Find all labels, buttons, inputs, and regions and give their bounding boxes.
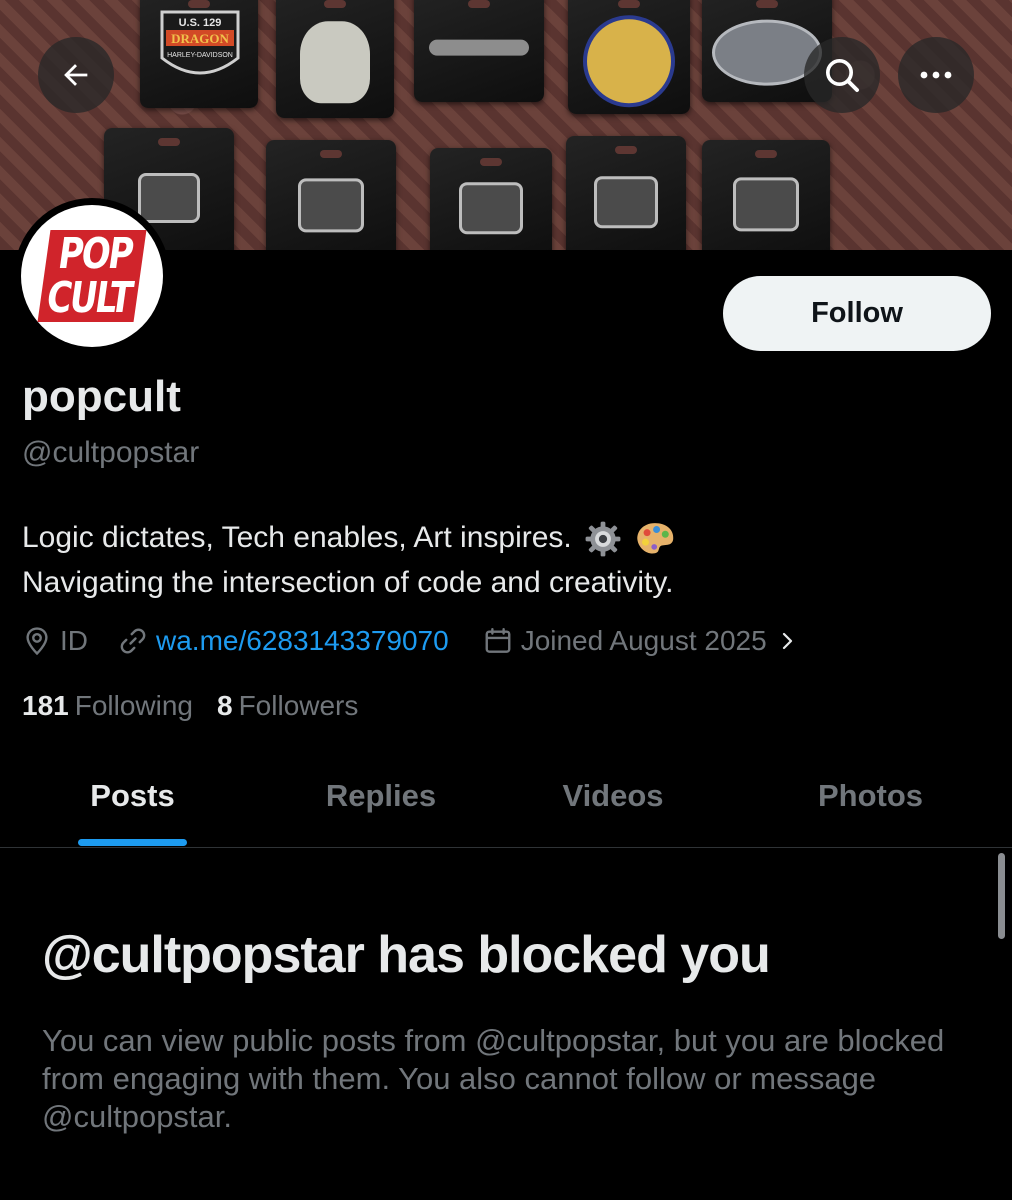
banner-pin-card xyxy=(414,0,544,102)
location-text: ID xyxy=(60,625,88,656)
profile-avatar[interactable]: POP CULT xyxy=(14,198,170,354)
tab-videos[interactable]: Videos xyxy=(497,745,729,847)
tab-photos[interactable]: Photos xyxy=(729,745,1012,847)
followers-label: Followers xyxy=(238,690,359,721)
user-handle: @cultpopstar xyxy=(22,436,200,469)
banner-pin-card xyxy=(430,148,552,250)
follow-stats: 181 Following 8 Followers xyxy=(22,690,382,722)
joined-item[interactable]: Joined August 2025 xyxy=(483,625,807,657)
bio-line-2: Navigating the intersection of code and … xyxy=(22,566,674,599)
profile-banner[interactable]: U.S. 129 DRAGON HARLEY-DAVIDSON xyxy=(0,0,1012,250)
location-pin-icon xyxy=(26,627,48,656)
back-button[interactable] xyxy=(38,37,114,113)
link-icon xyxy=(120,628,146,654)
arrow-left-icon xyxy=(64,64,88,86)
tab-replies[interactable]: Replies xyxy=(265,745,497,847)
more-horizontal-icon xyxy=(920,71,952,79)
skull-pin-badge xyxy=(300,21,370,104)
logo-line-pop: POP xyxy=(55,229,135,279)
banner-pin-card xyxy=(276,0,394,118)
palette-emoji-icon xyxy=(637,523,674,554)
banner-pin-card: U.S. 129 DRAGON HARLEY-DAVIDSON xyxy=(140,0,258,108)
website-link[interactable]: wa.me/6283143379070 xyxy=(156,625,449,657)
banner-pin-card xyxy=(266,140,396,250)
banner-pin-card xyxy=(566,136,686,250)
gear-emoji-icon xyxy=(585,521,621,557)
bar-pin-badge xyxy=(429,39,529,56)
shield-pin-badge xyxy=(298,178,364,233)
follow-button[interactable]: Follow xyxy=(723,276,991,351)
banner-pin-card xyxy=(702,140,830,250)
pin-text-dragon: DRAGON xyxy=(171,31,229,46)
following-link[interactable]: 181 Following xyxy=(22,690,193,722)
chevron-right-icon xyxy=(782,632,792,650)
calendar-icon xyxy=(485,627,511,653)
active-tab-indicator xyxy=(78,839,187,846)
following-label: Following xyxy=(74,690,193,721)
display-name: popcult xyxy=(22,372,181,421)
search-button[interactable] xyxy=(804,37,880,113)
website-item[interactable]: wa.me/6283143379070 xyxy=(118,625,449,657)
pin-text-brand: HARLEY-DAVIDSON xyxy=(167,52,233,59)
joined-text: Joined August 2025 xyxy=(520,625,767,656)
eagle-pin-badge xyxy=(583,15,675,108)
followers-count: 8 xyxy=(217,690,233,721)
following-count: 181 xyxy=(22,690,69,721)
pin-text-route: U.S. 129 xyxy=(179,17,222,29)
popcult-logo: POP CULT xyxy=(37,229,147,323)
profile-tabs: Posts Replies Videos Photos xyxy=(0,745,1012,848)
search-icon xyxy=(826,59,859,92)
shield-pin-badge xyxy=(138,173,200,223)
banner-pin-card xyxy=(568,0,690,114)
tab-posts[interactable]: Posts xyxy=(0,745,265,847)
avatar-image: POP CULT xyxy=(21,205,163,347)
profile-meta: ID wa.me/6283143379070 Joined August 202… xyxy=(22,621,807,661)
bio-line-1: Logic dictates, Tech enables, Art inspir… xyxy=(22,515,992,560)
logo-line-cult: CULT xyxy=(43,273,135,323)
scrollbar[interactable] xyxy=(998,853,1005,939)
shield-pin-badge xyxy=(733,177,799,232)
location-item: ID xyxy=(22,625,88,657)
shield-pin-badge xyxy=(594,176,658,229)
bio-text-1: Logic dictates, Tech enables, Art inspir… xyxy=(22,521,572,554)
dragon-pin-badge: U.S. 129 DRAGON HARLEY-DAVIDSON xyxy=(160,10,240,75)
blocked-title: @cultpopstar has blocked you xyxy=(42,926,771,984)
profile-bio: Logic dictates, Tech enables, Art inspir… xyxy=(22,515,992,605)
blocked-message: You can view public posts from @cultpops… xyxy=(42,1023,945,1134)
more-button[interactable] xyxy=(898,37,974,113)
followers-link[interactable]: 8 Followers xyxy=(217,690,358,722)
shield-pin-badge xyxy=(459,182,523,235)
